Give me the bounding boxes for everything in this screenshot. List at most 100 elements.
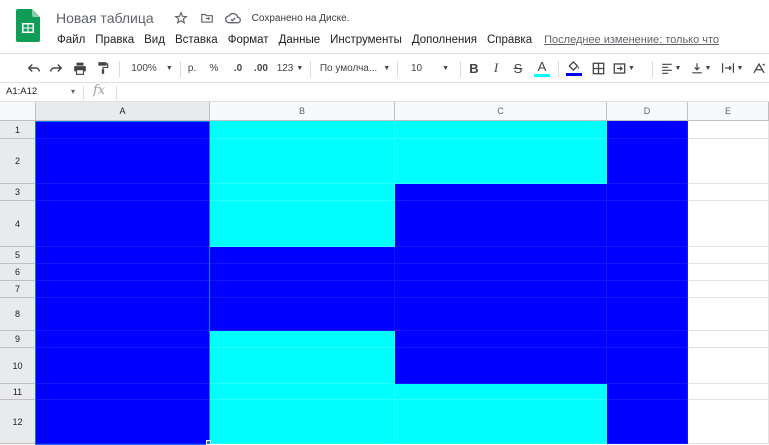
font-size-select[interactable]: 10 ▼ [404,54,456,82]
cell-d6[interactable] [607,264,688,281]
move-folder-icon[interactable] [198,9,216,27]
sheets-logo-icon[interactable] [16,9,40,42]
borders-icon[interactable] [589,54,607,82]
cell-d7[interactable] [607,281,688,298]
cell-e7[interactable] [688,281,769,298]
cell-d2[interactable] [607,139,688,184]
redo-icon[interactable] [46,54,66,82]
column-header-b[interactable]: B [210,102,395,121]
cell-c4[interactable] [395,201,607,247]
cell-c3[interactable] [395,184,607,201]
cell-b7[interactable] [210,281,395,298]
menu-edit[interactable]: Правка [95,34,134,46]
bold-button[interactable]: B [466,54,482,82]
cell-c11[interactable] [395,384,607,400]
cell-a5[interactable] [36,247,210,264]
menu-insert[interactable]: Вставка [175,34,218,46]
cell-c9[interactable] [395,331,607,348]
zoom-select[interactable]: 100% ▼ [128,54,176,82]
row-header-5[interactable]: 5 [0,247,36,264]
cell-e9[interactable] [688,331,769,348]
cell-c5[interactable] [395,247,607,264]
cell-c6[interactable] [395,264,607,281]
row-header-11[interactable]: 11 [0,384,36,400]
select-all-corner[interactable] [0,102,36,121]
cell-a11[interactable] [36,384,210,400]
cell-d8[interactable] [607,298,688,331]
document-title[interactable]: Новая таблица [56,10,154,26]
cell-d5[interactable] [607,247,688,264]
menu-data[interactable]: Данные [279,34,321,46]
row-header-10[interactable]: 10 [0,348,36,384]
cell-e11[interactable] [688,384,769,400]
cell-e12[interactable] [688,400,769,444]
vertical-align-icon[interactable]: ▼ [688,54,714,82]
cell-e6[interactable] [688,264,769,281]
column-header-d[interactable]: D [607,102,688,121]
format-currency-button[interactable]: р. [184,54,200,82]
cell-b10[interactable] [210,348,395,384]
cell-d3[interactable] [607,184,688,201]
cell-d10[interactable] [607,348,688,384]
format-percent-button[interactable]: % [206,54,222,82]
italic-button[interactable]: I [488,54,504,82]
cell-e1[interactable] [688,121,769,139]
star-icon[interactable] [172,9,190,27]
menu-help[interactable]: Справка [487,34,532,46]
cell-a12[interactable] [36,400,210,444]
cell-a4[interactable] [36,201,210,247]
row-header-1[interactable]: 1 [0,121,36,139]
name-box[interactable]: A1:A12 [6,86,37,97]
cell-b3[interactable] [210,184,395,201]
cell-a9[interactable] [36,331,210,348]
column-header-c[interactable]: C [395,102,607,121]
more-formats-select[interactable]: 123 ▼ [274,54,306,82]
cell-c7[interactable] [395,281,607,298]
decrease-decimals-button[interactable]: .0 [228,54,248,82]
row-header-8[interactable]: 8 [0,298,36,331]
row-header-7[interactable]: 7 [0,281,36,298]
cell-d1[interactable] [607,121,688,139]
cloud-saved-icon[interactable] [224,9,242,27]
cell-c10[interactable] [395,348,607,384]
cell-a3[interactable] [36,184,210,201]
cell-e10[interactable] [688,348,769,384]
cell-d9[interactable] [607,331,688,348]
cell-c8[interactable] [395,298,607,331]
cell-e3[interactable] [688,184,769,201]
row-header-4[interactable]: 4 [0,201,36,247]
name-box-dropdown-icon[interactable]: ▾ [71,87,75,96]
row-header-12[interactable]: 12 [0,400,36,444]
cell-e2[interactable] [688,139,769,184]
cell-d4[interactable] [607,201,688,247]
menu-file[interactable]: Файл [57,34,85,46]
last-edit-link[interactable]: Последнее изменение: только что [544,34,719,46]
row-header-2[interactable]: 2 [0,139,36,184]
cell-d11[interactable] [607,384,688,400]
text-color-button[interactable]: A [533,54,551,82]
fill-handle[interactable] [206,440,211,445]
cell-b4[interactable] [210,201,395,247]
row-header-6[interactable]: 6 [0,264,36,281]
increase-decimals-button[interactable]: .00 [250,54,272,82]
cell-a8[interactable] [36,298,210,331]
menu-addons[interactable]: Дополнения [412,34,477,46]
cell-b2[interactable] [210,139,395,184]
cell-c2[interactable] [395,139,607,184]
cell-b5[interactable] [210,247,395,264]
column-header-a[interactable]: A [36,102,210,121]
menu-tools[interactable]: Инструменты [330,34,402,46]
undo-icon[interactable] [24,54,44,82]
text-rotation-icon[interactable] [750,54,768,82]
cell-e4[interactable] [688,201,769,247]
merge-cells-icon[interactable]: ▼ [612,54,636,82]
cell-e8[interactable] [688,298,769,331]
cell-a6[interactable] [36,264,210,281]
fill-color-button[interactable] [564,54,584,82]
cell-b9[interactable] [210,331,395,348]
row-header-3[interactable]: 3 [0,184,36,201]
cell-a7[interactable] [36,281,210,298]
cell-a1[interactable] [36,121,210,139]
font-family-select[interactable]: По умолча... ▼ [318,54,392,82]
cell-b6[interactable] [210,264,395,281]
